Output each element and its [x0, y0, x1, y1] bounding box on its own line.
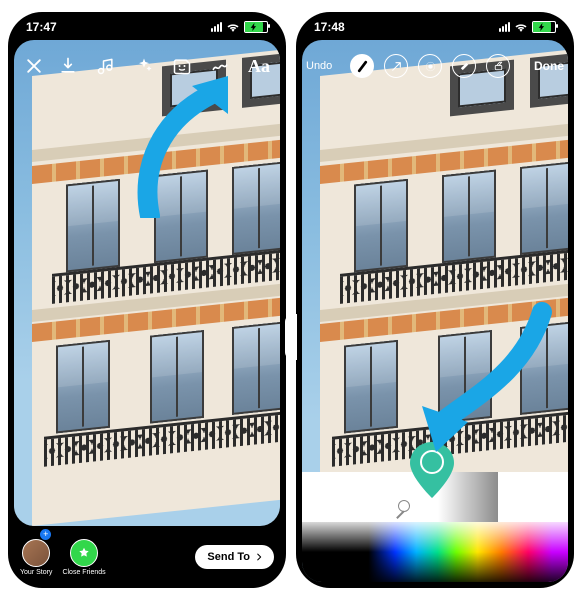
status-indicators [499, 21, 556, 33]
status-indicators [211, 21, 268, 33]
brush-marker-button[interactable] [350, 54, 374, 78]
story-share-bar: + Your Story Close Friends Send To [14, 532, 280, 582]
phone-left: 17:47 [8, 12, 286, 588]
chevron-right-icon [254, 552, 264, 562]
sticker-icon[interactable] [172, 56, 192, 76]
color-spectrum[interactable] [302, 522, 568, 582]
your-story-button[interactable]: + Your Story [20, 539, 52, 576]
eyedropper-pin[interactable] [410, 442, 454, 498]
cell-signal-icon [499, 22, 510, 32]
eyedropper-cursor-icon[interactable] [398, 500, 410, 512]
story-editor-toolbar: Aa [24, 48, 270, 84]
your-story-label: Your Story [20, 569, 52, 576]
brush-arrow-button[interactable] [384, 54, 408, 78]
status-bar: 17:48 [296, 16, 574, 38]
photo-building [32, 49, 280, 526]
star-icon [70, 539, 98, 567]
phone-right: 17:48 [296, 12, 574, 588]
brush-glow-button[interactable] [418, 54, 442, 78]
tutorial-image: 17:47 [0, 0, 582, 600]
squiggle-draw-icon[interactable] [210, 56, 230, 76]
text-tool-button[interactable]: Aa [248, 56, 270, 77]
done-button[interactable]: Done [534, 59, 564, 73]
cell-signal-icon [211, 22, 222, 32]
brush-size-slider-handle[interactable] [285, 314, 297, 360]
status-bar: 17:47 [8, 16, 286, 38]
undo-button[interactable]: Undo [306, 60, 332, 72]
battery-icon [532, 21, 556, 33]
brush-eraser-button[interactable] [486, 54, 510, 78]
drawing-toolbar: Undo Done [306, 48, 564, 84]
close-button[interactable] [24, 56, 44, 76]
send-to-button[interactable]: Send To [195, 545, 274, 569]
wifi-icon [226, 22, 240, 32]
sparkle-icon[interactable] [134, 56, 154, 76]
battery-icon [244, 21, 268, 33]
close-friends-button[interactable]: Close Friends [62, 539, 105, 576]
brush-chisel-button[interactable] [452, 54, 476, 78]
status-time: 17:47 [26, 20, 57, 34]
drawing-canvas[interactable] [302, 40, 568, 582]
download-icon[interactable] [58, 56, 78, 76]
send-to-label: Send To [207, 551, 250, 563]
close-friends-label: Close Friends [62, 569, 105, 576]
wifi-icon [514, 22, 528, 32]
music-icon[interactable] [96, 56, 116, 76]
story-canvas[interactable] [14, 40, 280, 526]
avatar: + [22, 539, 50, 567]
status-time: 17:48 [314, 20, 345, 34]
